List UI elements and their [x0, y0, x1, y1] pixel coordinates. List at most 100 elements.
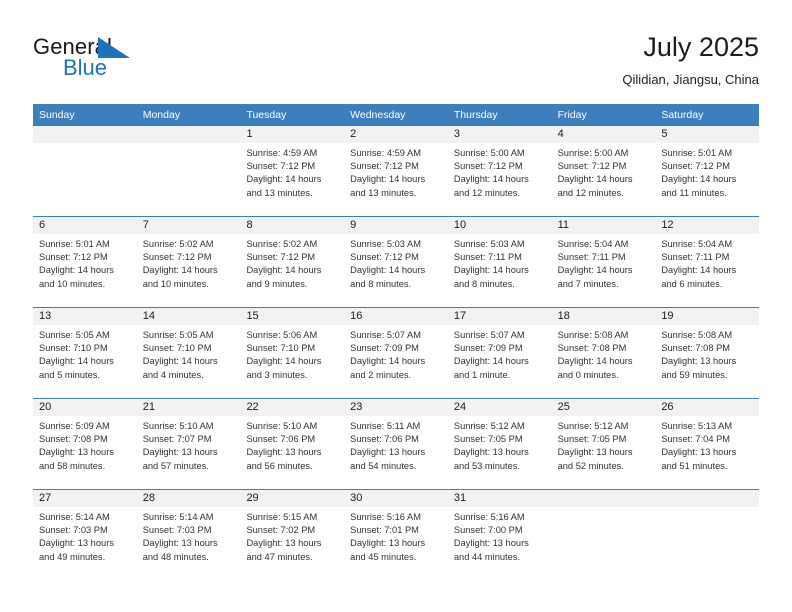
daylight-text-line2: and 49 minutes. [39, 551, 106, 562]
sunrise-text: Sunrise: 5:07 AM [350, 330, 421, 340]
calendar-day-cell[interactable]: 11 Sunrise: 5:04 AM Sunset: 7:11 PM Dayligh… [551, 217, 656, 307]
calendar-day-cell[interactable]: 18 Sunrise: 5:08 AM Sunset: 7:08 PM Dayligh… [551, 308, 656, 398]
location-subtitle: Qilidian, Jiangsu, China [622, 72, 759, 87]
day-number: 2 [344, 126, 448, 143]
sunrise-text: Sunrise: 5:14 AM [142, 512, 214, 522]
daylight-text-line1: Daylight: 14 hours [39, 265, 114, 276]
calendar-day-cell[interactable]: 5 Sunrise: 5:01 AM Sunset: 7:12 PM Daylight… [655, 126, 760, 216]
day-detail: Sunrise: 5:05 AM Sunset: 7:10 PM Daylight:… [137, 325, 241, 382]
day-number: 4 [551, 126, 656, 143]
day-detail: Sunrise: 5:11 AM Sunset: 7:06 PM Daylight:… [344, 416, 448, 473]
day-detail: Sunrise: 5:08 AM Sunset: 7:08 PM Daylight:… [655, 325, 759, 382]
calendar-day-cell[interactable]: 29 Sunrise: 5:15 AM Sunset: 7:02 PM Dayligh… [240, 490, 345, 580]
day-detail: Sunrise: 5:00 AM Sunset: 7:12 PM Daylight:… [448, 143, 552, 200]
weekday-header-row: Sunday Monday Tuesday Wednesday Thursday Frid… [33, 104, 759, 126]
calendar-day-cell[interactable]: 30 Sunrise: 5:16 AM Sunset: 7:01 PM Dayligh… [344, 490, 448, 580]
sunset-text: Sunset: 7:12 PM [350, 161, 419, 172]
calendar-day-cell[interactable]: 23 Sunrise: 5:11 AM Sunset: 7:06 PM Dayligh… [344, 399, 448, 489]
sunrise-text: Sunrise: 5:03 AM [350, 239, 421, 249]
calendar-day-cell[interactable]: 31 Sunrise: 5:16 AM Sunset: 7:00 PM Dayligh… [447, 490, 552, 580]
sunrise-text: Sunrise: 5:00 AM [453, 148, 525, 158]
sunset-text: Sunset: 7:11 PM [453, 252, 522, 263]
calendar-day-cell[interactable]: 2 Sunrise: 4:59 AM Sunset: 7:12 PM Daylight… [344, 126, 448, 216]
sunrise-text: Sunrise: 5:04 AM [557, 239, 629, 249]
daylight-text-line2: and 45 minutes. [350, 551, 417, 562]
sunset-text: Sunset: 7:03 PM [142, 525, 212, 536]
day-detail: Sunrise: 5:10 AM Sunset: 7:06 PM Daylight:… [240, 416, 344, 473]
daylight-text-line2: and 13 minutes. [350, 187, 417, 198]
sunset-text: Sunset: 7:10 PM [246, 343, 316, 354]
general-blue-logo[interactable]: General Blue [33, 34, 253, 86]
calendar-day-cell[interactable]: 28 Sunrise: 5:14 AM Sunset: 7:03 PM Dayligh… [136, 490, 241, 580]
calendar-day-cell[interactable]: 20 Sunrise: 5:09 AM Sunset: 7:08 PM Dayligh… [33, 399, 137, 489]
calendar-day-cell[interactable]: 7 Sunrise: 5:02 AM Sunset: 7:12 PM Daylight… [136, 217, 241, 307]
calendar-day-cell[interactable]: 4 Sunrise: 5:00 AM Sunset: 7:12 PM Daylight… [551, 126, 656, 216]
sunset-text: Sunset: 7:01 PM [350, 525, 419, 536]
calendar-day-cell[interactable]: 9 Sunrise: 5:03 AM Sunset: 7:12 PM Daylight… [344, 217, 448, 307]
daylight-text-line1: Daylight: 14 hours [661, 174, 737, 185]
day-number: 14 [136, 308, 241, 325]
sunrise-text: Sunrise: 5:03 AM [453, 239, 525, 249]
daylight-text-line2: and 8 minutes. [350, 278, 412, 289]
calendar-day-cell[interactable]: 13 Sunrise: 5:05 AM Sunset: 7:10 PM Dayligh… [33, 308, 137, 398]
day-detail: Sunrise: 5:04 AM Sunset: 7:11 PM Daylight:… [552, 234, 656, 291]
sunrise-text: Sunrise: 5:14 AM [39, 512, 110, 522]
sunset-text: Sunset: 7:00 PM [453, 525, 523, 536]
day-number [655, 490, 760, 507]
sunset-text: Sunset: 7:03 PM [39, 525, 108, 536]
daylight-text-line2: and 58 minutes. [39, 460, 106, 471]
calendar-day-cell[interactable]: 24 Sunrise: 5:12 AM Sunset: 7:05 PM Dayligh… [447, 399, 552, 489]
weekday-header-friday: Friday [557, 109, 587, 121]
calendar-weeks: 1 Sunrise: 4:59 AM Sunset: 7:12 PM Daylight… [33, 126, 760, 580]
daylight-text-line2: and 4 minutes. [142, 369, 204, 380]
calendar-day-cell[interactable]: 8 Sunrise: 5:02 AM Sunset: 7:12 PM Daylight… [240, 217, 345, 307]
daylight-text-line1: Daylight: 14 hours [557, 265, 633, 276]
daylight-text-line1: Daylight: 13 hours [453, 447, 529, 458]
sunrise-text: Sunrise: 5:08 AM [557, 330, 629, 340]
day-detail: Sunrise: 5:12 AM Sunset: 7:05 PM Daylight:… [552, 416, 656, 473]
daylight-text-line1: Daylight: 14 hours [350, 174, 426, 185]
day-detail: Sunrise: 5:03 AM Sunset: 7:11 PM Daylight:… [448, 234, 552, 291]
day-number: 5 [655, 126, 760, 143]
calendar-day-cell[interactable]: 26 Sunrise: 5:13 AM Sunset: 7:04 PM Dayligh… [655, 399, 760, 489]
daylight-text-line2: and 6 minutes. [661, 278, 723, 289]
sunrise-text: Sunrise: 4:59 AM [246, 148, 318, 158]
day-number: 13 [33, 308, 137, 325]
calendar-day-cell[interactable]: 6 Sunrise: 5:01 AM Sunset: 7:12 PM Daylight… [33, 217, 137, 307]
calendar-grid: Sunday Monday Tuesday Wednesday Thursday Frid… [33, 104, 760, 580]
calendar-day-cell[interactable]: 1 Sunrise: 4:59 AM Sunset: 7:12 PM Daylight… [240, 126, 345, 216]
sunset-text: Sunset: 7:12 PM [453, 161, 523, 172]
calendar-day-cell[interactable]: 19 Sunrise: 5:08 AM Sunset: 7:08 PM Dayligh… [655, 308, 760, 398]
day-detail: Sunrise: 5:14 AM Sunset: 7:03 PM Daylight:… [33, 507, 137, 564]
sunset-text: Sunset: 7:04 PM [661, 434, 731, 445]
day-number: 31 [447, 490, 552, 507]
calendar-day-cell[interactable]: 16 Sunrise: 5:07 AM Sunset: 7:09 PM Dayligh… [344, 308, 448, 398]
calendar-week-row: 20 Sunrise: 5:09 AM Sunset: 7:08 PM Dayligh… [33, 398, 760, 489]
daylight-text-line1: Daylight: 14 hours [350, 356, 426, 367]
calendar-day-cell[interactable]: 21 Sunrise: 5:10 AM Sunset: 7:07 PM Dayligh… [136, 399, 241, 489]
calendar-day-cell[interactable]: 3 Sunrise: 5:00 AM Sunset: 7:12 PM Daylight… [447, 126, 552, 216]
calendar-day-cell[interactable]: 14 Sunrise: 5:05 AM Sunset: 7:10 PM Dayligh… [136, 308, 241, 398]
weekday-header-sunday: Sunday [39, 109, 75, 121]
day-detail: Sunrise: 4:59 AM Sunset: 7:12 PM Daylight:… [240, 143, 344, 200]
calendar-day-cell[interactable]: 17 Sunrise: 5:07 AM Sunset: 7:09 PM Dayligh… [447, 308, 552, 398]
calendar-day-cell[interactable]: 25 Sunrise: 5:12 AM Sunset: 7:05 PM Dayligh… [551, 399, 656, 489]
calendar-day-cell[interactable]: 15 Sunrise: 5:06 AM Sunset: 7:10 PM Dayligh… [240, 308, 345, 398]
sunrise-text: Sunrise: 5:15 AM [246, 512, 318, 522]
calendar-day-cell[interactable]: 12 Sunrise: 5:04 AM Sunset: 7:11 PM Dayligh… [655, 217, 760, 307]
daylight-text-line1: Daylight: 14 hours [453, 265, 529, 276]
daylight-text-line2: and 12 minutes. [557, 187, 624, 198]
sunset-text: Sunset: 7:02 PM [246, 525, 316, 536]
sunset-text: Sunset: 7:08 PM [39, 434, 108, 445]
day-number: 23 [344, 399, 448, 416]
daylight-text-line1: Daylight: 13 hours [142, 447, 218, 458]
calendar-day-cell[interactable]: 10 Sunrise: 5:03 AM Sunset: 7:11 PM Dayligh… [447, 217, 552, 307]
daylight-text-line2: and 3 minutes. [246, 369, 308, 380]
daylight-text-line2: and 10 minutes. [39, 278, 106, 289]
day-detail: Sunrise: 5:14 AM Sunset: 7:03 PM Daylight:… [137, 507, 241, 564]
day-number: 24 [447, 399, 552, 416]
calendar-day-cell[interactable]: 27 Sunrise: 5:14 AM Sunset: 7:03 PM Dayligh… [33, 490, 137, 580]
daylight-text-line2: and 54 minutes. [350, 460, 417, 471]
daylight-text-line2: and 47 minutes. [246, 551, 313, 562]
calendar-day-cell[interactable]: 22 Sunrise: 5:10 AM Sunset: 7:06 PM Dayligh… [240, 399, 345, 489]
